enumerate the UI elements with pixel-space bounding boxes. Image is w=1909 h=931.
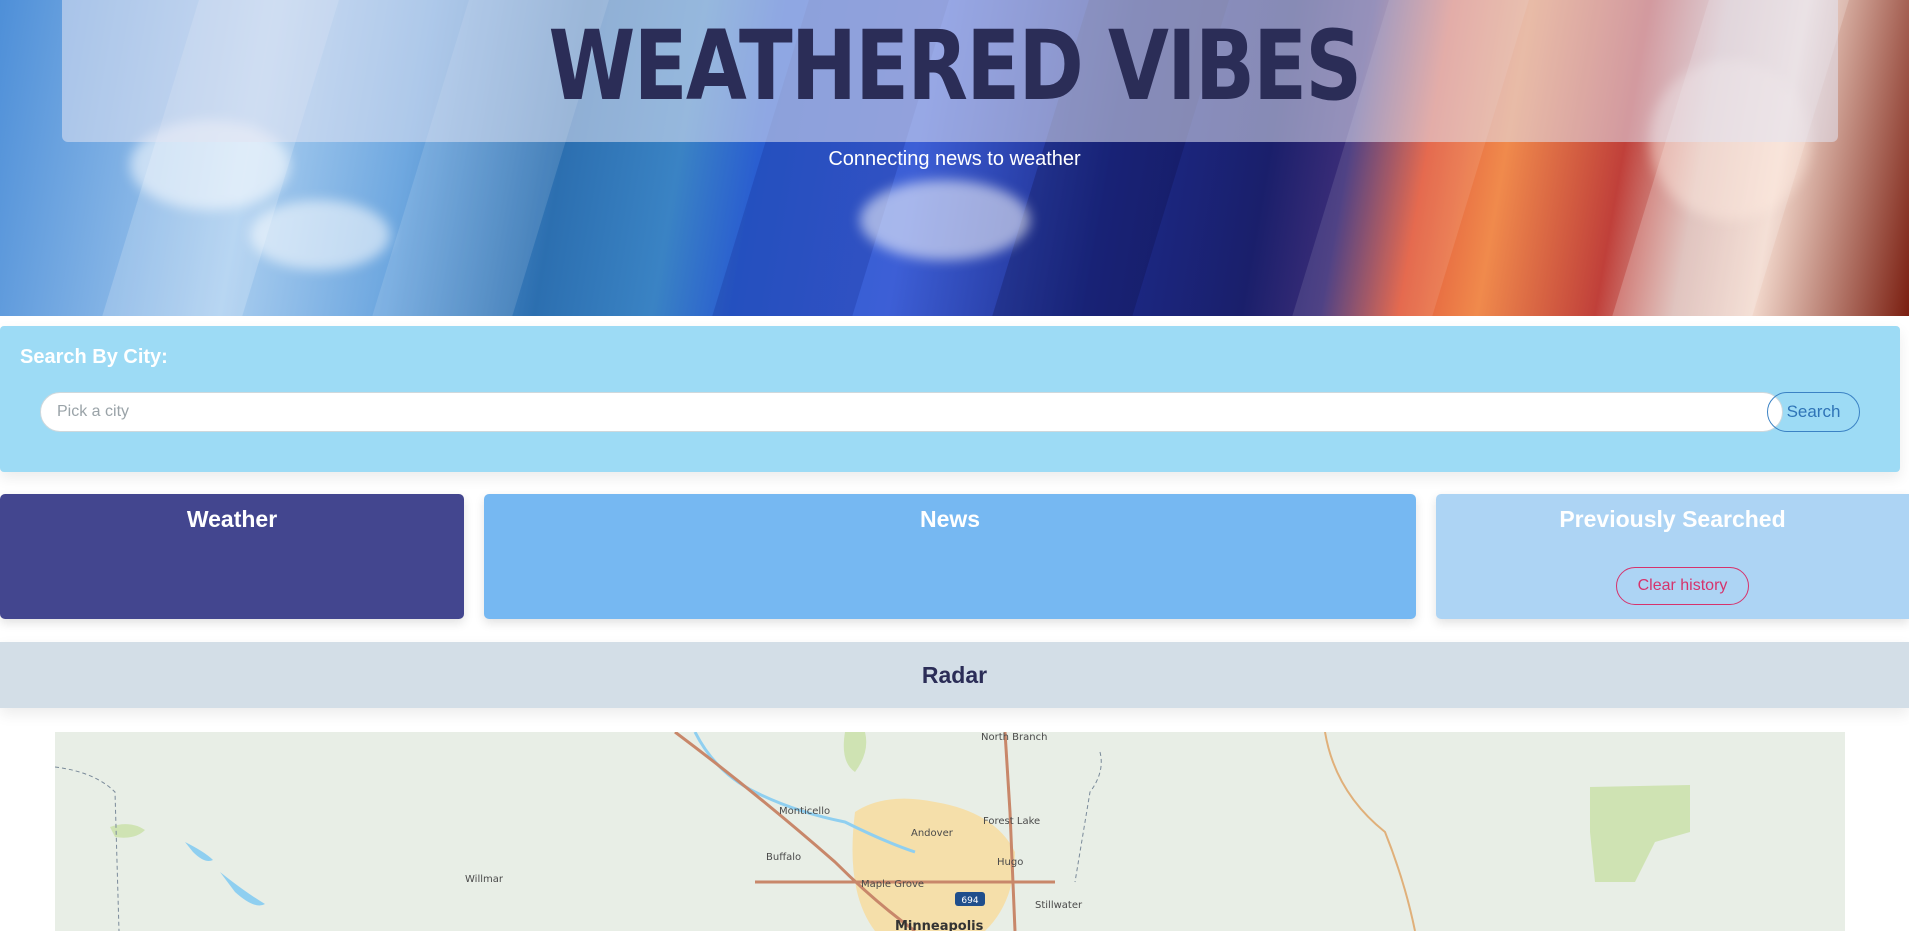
hero-banner: WEATHERED VIBES Connecting news to weath… [0, 0, 1909, 316]
road [1324, 732, 1416, 931]
map-place-label: Forest Lake [983, 816, 1040, 827]
radar-map[interactable]: 694 North Branch Monticello Forest Lake … [55, 732, 1845, 931]
weather-title: Weather [186, 506, 278, 532]
map-place-label: Monticello [779, 806, 830, 817]
map-place-label: Willmar [465, 874, 504, 885]
map-place-label: Andover [911, 828, 954, 839]
news-title: News [919, 506, 981, 532]
clear-history-button[interactable]: Clear history [1616, 567, 1749, 605]
map-place-label: Hugo [997, 857, 1023, 868]
map-place-label: Maple Grove [861, 879, 924, 890]
search-label: Search By City: [20, 346, 168, 368]
weather-card: Weather [0, 494, 464, 619]
park-area [1590, 785, 1690, 882]
search-button[interactable]: Search [1767, 392, 1860, 432]
lake [185, 842, 213, 861]
history-card: Previously Searched Clear history [1436, 494, 1909, 619]
park-area [843, 732, 867, 772]
page-title: WEATHERED VIBES [548, 10, 1362, 122]
park-area [110, 824, 145, 838]
search-panel: Search By City: Search [0, 326, 1900, 472]
map-place-label: Minneapolis [895, 919, 984, 931]
highway [1003, 732, 1017, 931]
map-place-label: Stillwater [1035, 900, 1083, 911]
county-border [55, 766, 120, 931]
lake [220, 872, 265, 906]
interstate-shield-label: 694 [961, 896, 978, 906]
map-place-label: North Branch [981, 732, 1047, 743]
map-place-label: Buffalo [766, 852, 801, 863]
news-card: News [484, 494, 1416, 619]
county-border [1074, 751, 1102, 883]
radar-title: Radar [921, 662, 988, 688]
search-input[interactable] [40, 392, 1783, 432]
map-canvas: 694 North Branch Monticello Forest Lake … [55, 732, 1690, 931]
history-title: Previously Searched [1559, 506, 1786, 532]
page-subtitle: Connecting news to weather [828, 148, 1081, 170]
radar-header: Radar [0, 642, 1909, 708]
